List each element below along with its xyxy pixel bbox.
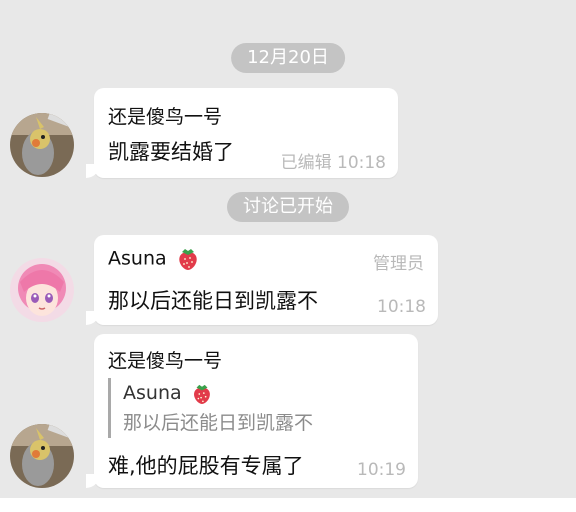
message-text: 难,他的屁股有专属了 <box>108 454 304 478</box>
input-bar-edge <box>0 498 576 512</box>
cockatiel-avatar-image <box>10 424 74 488</box>
reply-quote[interactable]: Asuna 那以后还能日到凯露不 <box>108 378 313 438</box>
avatar[interactable] <box>10 424 74 488</box>
quoted-sender-text: Asuna <box>123 382 182 404</box>
anime-avatar-image <box>10 258 74 322</box>
message-meta: 已编辑 10:18 <box>281 148 386 173</box>
timestamp: 10:18 <box>377 297 426 317</box>
sender-name[interactable]: Asuna <box>108 247 199 271</box>
avatar[interactable] <box>10 258 74 322</box>
date-separator: 12月20日 <box>231 43 345 73</box>
timestamp: 10:18 <box>337 153 386 173</box>
admin-badge: 管理员 <box>373 254 424 274</box>
message-bubble[interactable]: Asuna 管理员 那以后还能日到凯露不 10:18 <box>86 235 438 325</box>
strawberry-icon <box>178 249 197 270</box>
sender-name[interactable]: 还是傻鸟一号 <box>108 346 222 373</box>
strawberry-icon <box>193 384 210 404</box>
discussion-started-notice: 讨论已开始 <box>227 192 349 222</box>
cockatiel-avatar-image <box>10 113 74 177</box>
sender-name[interactable]: 还是傻鸟一号 <box>108 102 222 129</box>
message-text: 凯露要结婚了 <box>108 140 234 164</box>
message-bubble[interactable]: 还是傻鸟一号 凯露要结婚了 已编辑 10:18 <box>86 88 398 178</box>
sender-name-text: Asuna <box>108 247 167 270</box>
quoted-sender: Asuna <box>123 378 313 408</box>
message-bubble[interactable]: 还是傻鸟一号 Asuna 那以后还能日到凯露不 难,他的屁股有专属了 10:19 <box>86 334 418 488</box>
edited-label: 已编辑 <box>280 153 332 173</box>
avatar[interactable] <box>10 113 74 177</box>
timestamp: 10:19 <box>357 460 406 480</box>
message-text: 那以后还能日到凯露不 <box>108 289 318 313</box>
quoted-text: 那以后还能日到凯露不 <box>123 412 314 434</box>
